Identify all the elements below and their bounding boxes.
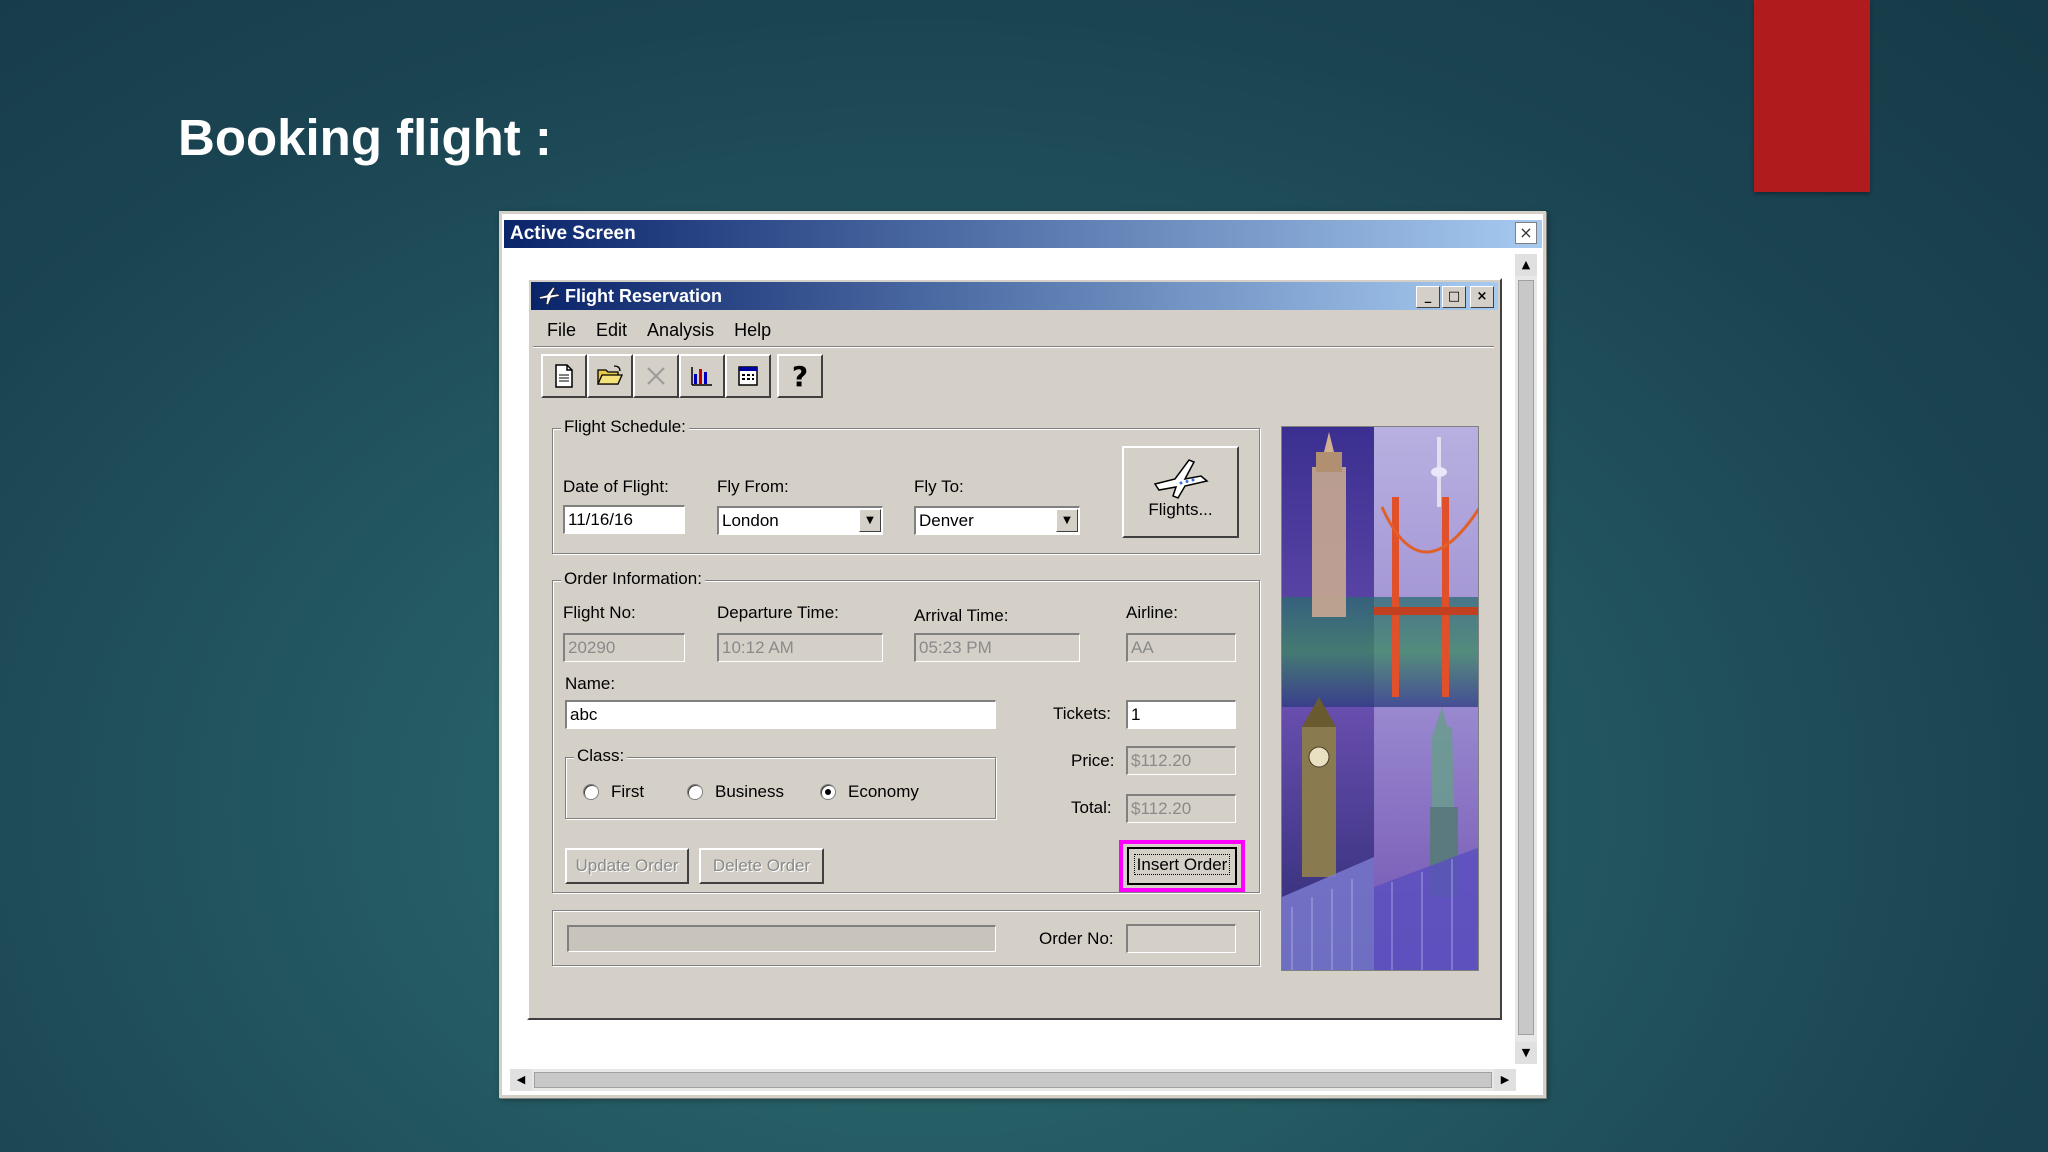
chevron-down-icon[interactable]: ▼ [859, 509, 881, 532]
flights-button-label: Flights... [1148, 500, 1213, 519]
departure-time-label: Departure Time: [717, 603, 839, 622]
fly-to-value: Denver [919, 511, 974, 530]
minimize-icon[interactable]: _ [1416, 286, 1440, 308]
tickets-input[interactable]: 1 [1126, 700, 1236, 729]
city-collage-image [1281, 426, 1479, 971]
city-collage-graphic [1282, 427, 1478, 970]
menu-file[interactable]: File [537, 318, 586, 342]
fly-from-label: Fly From: [717, 477, 789, 496]
horizontal-scrollbar[interactable]: ◀ ▶ [510, 1069, 1516, 1091]
open-folder-icon [596, 365, 624, 385]
graph-button[interactable] [679, 354, 725, 398]
scroll-left-icon[interactable]: ◀ [510, 1069, 532, 1091]
help-button[interactable]: ? [777, 354, 823, 398]
fly-to-select[interactable]: Denver ▼ [914, 506, 1080, 535]
flights-button[interactable]: Flights... [1122, 446, 1239, 538]
total-label: Total: [1071, 798, 1112, 817]
class-radio-first[interactable]: First [583, 782, 644, 802]
class-radio-business[interactable]: Business [687, 782, 784, 802]
name-input[interactable]: abc [565, 700, 996, 729]
price-field: $112.20 [1126, 746, 1236, 775]
new-order-button[interactable] [541, 354, 587, 398]
scroll-down-icon[interactable]: ▼ [1515, 1042, 1537, 1064]
delete-order-button[interactable] [633, 354, 679, 398]
menu-separator [533, 346, 1494, 348]
reports-button[interactable] [725, 354, 771, 398]
close-icon[interactable]: × [1515, 222, 1537, 244]
close-icon[interactable]: × [1470, 286, 1494, 308]
flight-no-label: Flight No: [563, 603, 636, 622]
active-screen-window: Active Screen × ▲ ▼ ◀ ▶ Flight Reservati… [499, 211, 1546, 1098]
departure-time-field: 10:12 AM [717, 633, 883, 662]
vertical-scrollbar[interactable]: ▲ ▼ [1515, 254, 1537, 1064]
radio-selected-icon [820, 784, 836, 800]
vertical-scroll-thumb[interactable] [1518, 280, 1534, 1035]
horizontal-scroll-thumb[interactable] [534, 1072, 1492, 1088]
help-icon: ? [791, 359, 809, 393]
maximize-icon[interactable]: □ [1442, 286, 1466, 308]
flight-schedule-label: Flight Schedule: [561, 417, 689, 437]
red-accent-bar [1754, 0, 1870, 192]
chevron-down-icon[interactable]: ▼ [1056, 509, 1078, 532]
menu-analysis[interactable]: Analysis [637, 318, 724, 342]
slide-title: Booking flight : [178, 109, 552, 166]
class-label: Class: [574, 746, 628, 766]
airplane-icon [538, 286, 561, 306]
class-radio-economy[interactable]: Economy [820, 782, 919, 802]
arrival-time-field: 05:23 PM [914, 633, 1080, 662]
order-no-label: Order No: [1039, 929, 1114, 948]
calendar-icon [738, 366, 758, 386]
scroll-up-icon[interactable]: ▲ [1515, 254, 1537, 276]
airline-field: AA [1126, 633, 1236, 662]
delete-icon [647, 367, 665, 385]
active-screen-title: Active Screen [504, 220, 1542, 248]
class-option-economy-label: Economy [848, 782, 919, 801]
chart-icon [691, 367, 712, 386]
date-of-flight-input[interactable]: 11/16/16 [563, 505, 685, 534]
fly-from-value: London [722, 511, 779, 530]
class-option-first-label: First [611, 782, 645, 801]
order-no-field [1126, 924, 1236, 953]
date-of-flight-label: Date of Flight: [563, 477, 669, 496]
window-titlebar: Flight Reservation _ □ × [531, 282, 1498, 310]
new-document-icon [555, 364, 573, 388]
flight-no-field: 20290 [563, 633, 685, 662]
window-title: Flight Reservation [565, 286, 723, 306]
name-label: Name: [565, 674, 616, 693]
insert-order-button[interactable]: Insert Order [1127, 847, 1237, 885]
scroll-right-icon[interactable]: ▶ [1494, 1069, 1516, 1091]
status-bar-field [567, 925, 996, 952]
open-order-button[interactable] [587, 354, 633, 398]
toolbar: ? [541, 354, 823, 398]
airplane-icon [1153, 459, 1209, 499]
fly-from-select[interactable]: London ▼ [717, 506, 883, 535]
menu-bar: File Edit Analysis Help [537, 318, 781, 342]
arrival-time-label: Arrival Time: [914, 606, 1009, 625]
order-information-label: Order Information: [561, 569, 705, 589]
update-order-button[interactable]: Update Order [565, 848, 689, 884]
class-option-business-label: Business [715, 782, 784, 801]
radio-icon [687, 784, 703, 800]
price-label: Price: [1071, 751, 1115, 770]
radio-icon [583, 784, 599, 800]
fly-to-label: Fly To: [914, 477, 964, 496]
airline-label: Airline: [1126, 603, 1178, 622]
menu-help[interactable]: Help [724, 318, 781, 342]
total-field: $112.20 [1126, 794, 1236, 823]
tickets-label: Tickets: [1053, 704, 1111, 723]
flight-reservation-window: Flight Reservation _ □ × File Edit Analy… [527, 278, 1502, 1020]
insert-order-label: Insert Order [1133, 854, 1231, 875]
menu-edit[interactable]: Edit [586, 318, 637, 342]
delete-order-button[interactable]: Delete Order [699, 848, 824, 884]
